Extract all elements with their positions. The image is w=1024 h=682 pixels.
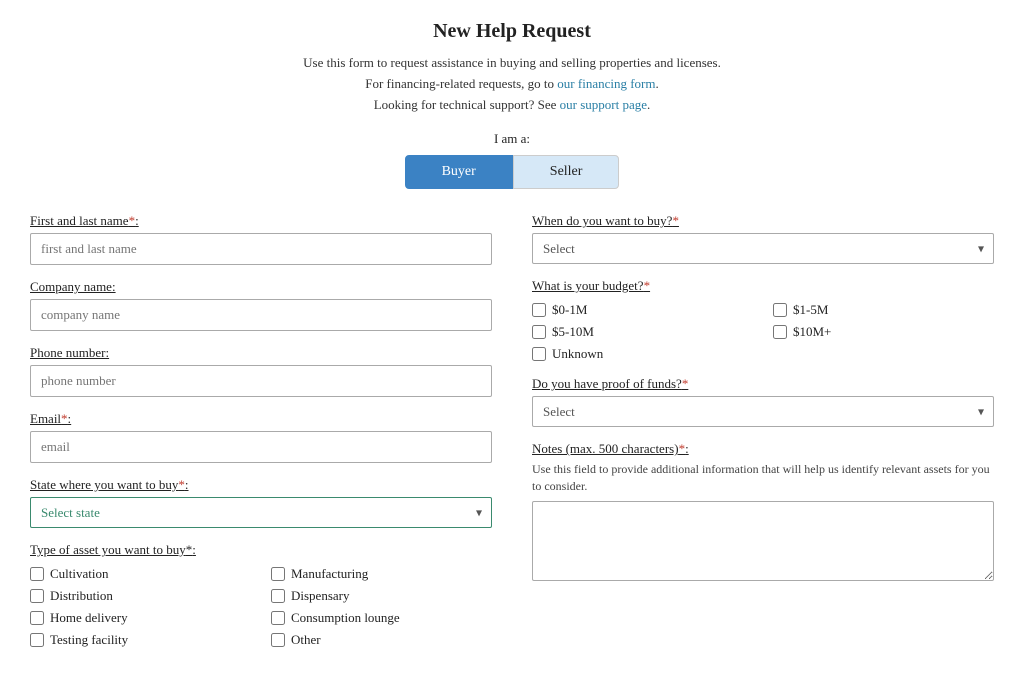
phone-field-group: Phone number:	[30, 345, 492, 397]
dispensary-label: Dispensary	[291, 588, 350, 604]
proof-select-wrapper: Select Yes No	[532, 396, 994, 427]
phone-label: Phone number:	[30, 345, 492, 361]
cultivation-checkbox[interactable]	[30, 567, 44, 581]
budget-unknown: Unknown	[532, 346, 753, 362]
notes-textarea[interactable]	[532, 501, 994, 581]
proof-label: Do you have proof of funds?*	[532, 376, 994, 392]
budget-5-10m-checkbox[interactable]	[532, 325, 546, 339]
asset-testing-facility: Testing facility	[30, 632, 251, 648]
home-delivery-checkbox[interactable]	[30, 611, 44, 625]
state-select[interactable]: Select state	[30, 497, 492, 528]
state-select-wrapper: Select state	[30, 497, 492, 528]
testing-facility-label: Testing facility	[50, 632, 128, 648]
when-buy-label: When do you want to buy?*	[532, 213, 994, 229]
company-input[interactable]	[30, 299, 492, 331]
email-input[interactable]	[30, 431, 492, 463]
asset-field-group: Type of asset you want to buy*: Cultivat…	[30, 542, 492, 648]
state-field-group: State where you want to buy*: Select sta…	[30, 477, 492, 528]
asset-checkboxes: Cultivation Manufacturing Distribution D…	[30, 566, 492, 648]
consumption-lounge-checkbox[interactable]	[271, 611, 285, 625]
other-checkbox[interactable]	[271, 633, 285, 647]
role-toggle-group: Buyer Seller	[30, 155, 994, 189]
testing-facility-checkbox[interactable]	[30, 633, 44, 647]
budget-1-5m-label: $1-5M	[793, 302, 828, 318]
phone-input[interactable]	[30, 365, 492, 397]
budget-0-1m-label: $0-1M	[552, 302, 587, 318]
notes-hint: Use this field to provide additional inf…	[532, 461, 994, 495]
manufacturing-label: Manufacturing	[291, 566, 368, 582]
proof-section: Do you have proof of funds?* Select Yes …	[532, 376, 994, 427]
notes-label: Notes (max. 500 characters)*:	[532, 441, 994, 457]
email-field-group: Email*:	[30, 411, 492, 463]
budget-label: What is your budget?*	[532, 278, 994, 294]
budget-checkboxes: $0-1M $1-5M $5-10M $10M+ Unknown	[532, 302, 994, 362]
asset-label: Type of asset you want to buy*:	[30, 542, 492, 558]
buyer-toggle[interactable]: Buyer	[405, 155, 513, 189]
name-label: First and last name*:	[30, 213, 492, 229]
when-buy-select-wrapper: Select Immediately Within 3 months Withi…	[532, 233, 994, 264]
name-field-group: First and last name*:	[30, 213, 492, 265]
name-input[interactable]	[30, 233, 492, 265]
asset-dispensary: Dispensary	[271, 588, 492, 604]
budget-10m-plus: $10M+	[773, 324, 994, 340]
seller-toggle[interactable]: Seller	[513, 155, 620, 189]
budget-0-1m: $0-1M	[532, 302, 753, 318]
budget-10m-plus-checkbox[interactable]	[773, 325, 787, 339]
distribution-label: Distribution	[50, 588, 113, 604]
asset-other: Other	[271, 632, 492, 648]
manufacturing-checkbox[interactable]	[271, 567, 285, 581]
financing-link[interactable]: our financing form	[557, 76, 655, 91]
when-buy-select[interactable]: Select Immediately Within 3 months Withi…	[532, 233, 994, 264]
when-buy-section: When do you want to buy?* Select Immedia…	[532, 213, 994, 264]
cultivation-label: Cultivation	[50, 566, 109, 582]
budget-section: What is your budget?* $0-1M $1-5M $5-10M	[532, 278, 994, 362]
budget-unknown-checkbox[interactable]	[532, 347, 546, 361]
form-grid: First and last name*: Company name: Phon…	[30, 213, 994, 662]
i-am-a-label: I am a:	[30, 131, 994, 147]
budget-5-10m: $5-10M	[532, 324, 753, 340]
budget-10m-plus-label: $10M+	[793, 324, 831, 340]
asset-distribution: Distribution	[30, 588, 251, 604]
budget-0-1m-checkbox[interactable]	[532, 303, 546, 317]
support-link[interactable]: our support page	[560, 97, 647, 112]
notes-section: Notes (max. 500 characters)*: Use this f…	[532, 441, 994, 586]
intro-text: Use this form to request assistance in b…	[30, 53, 994, 115]
budget-1-5m: $1-5M	[773, 302, 994, 318]
right-column: When do you want to buy?* Select Immedia…	[532, 213, 994, 662]
email-label: Email*:	[30, 411, 492, 427]
other-label: Other	[291, 632, 321, 648]
budget-unknown-label: Unknown	[552, 346, 603, 362]
state-label: State where you want to buy*:	[30, 477, 492, 493]
asset-manufacturing: Manufacturing	[271, 566, 492, 582]
dispensary-checkbox[interactable]	[271, 589, 285, 603]
page-title: New Help Request	[30, 20, 994, 43]
left-column: First and last name*: Company name: Phon…	[30, 213, 492, 662]
company-field-group: Company name:	[30, 279, 492, 331]
distribution-checkbox[interactable]	[30, 589, 44, 603]
asset-cultivation: Cultivation	[30, 566, 251, 582]
budget-5-10m-label: $5-10M	[552, 324, 594, 340]
company-label: Company name:	[30, 279, 492, 295]
budget-1-5m-checkbox[interactable]	[773, 303, 787, 317]
proof-select[interactable]: Select Yes No	[532, 396, 994, 427]
